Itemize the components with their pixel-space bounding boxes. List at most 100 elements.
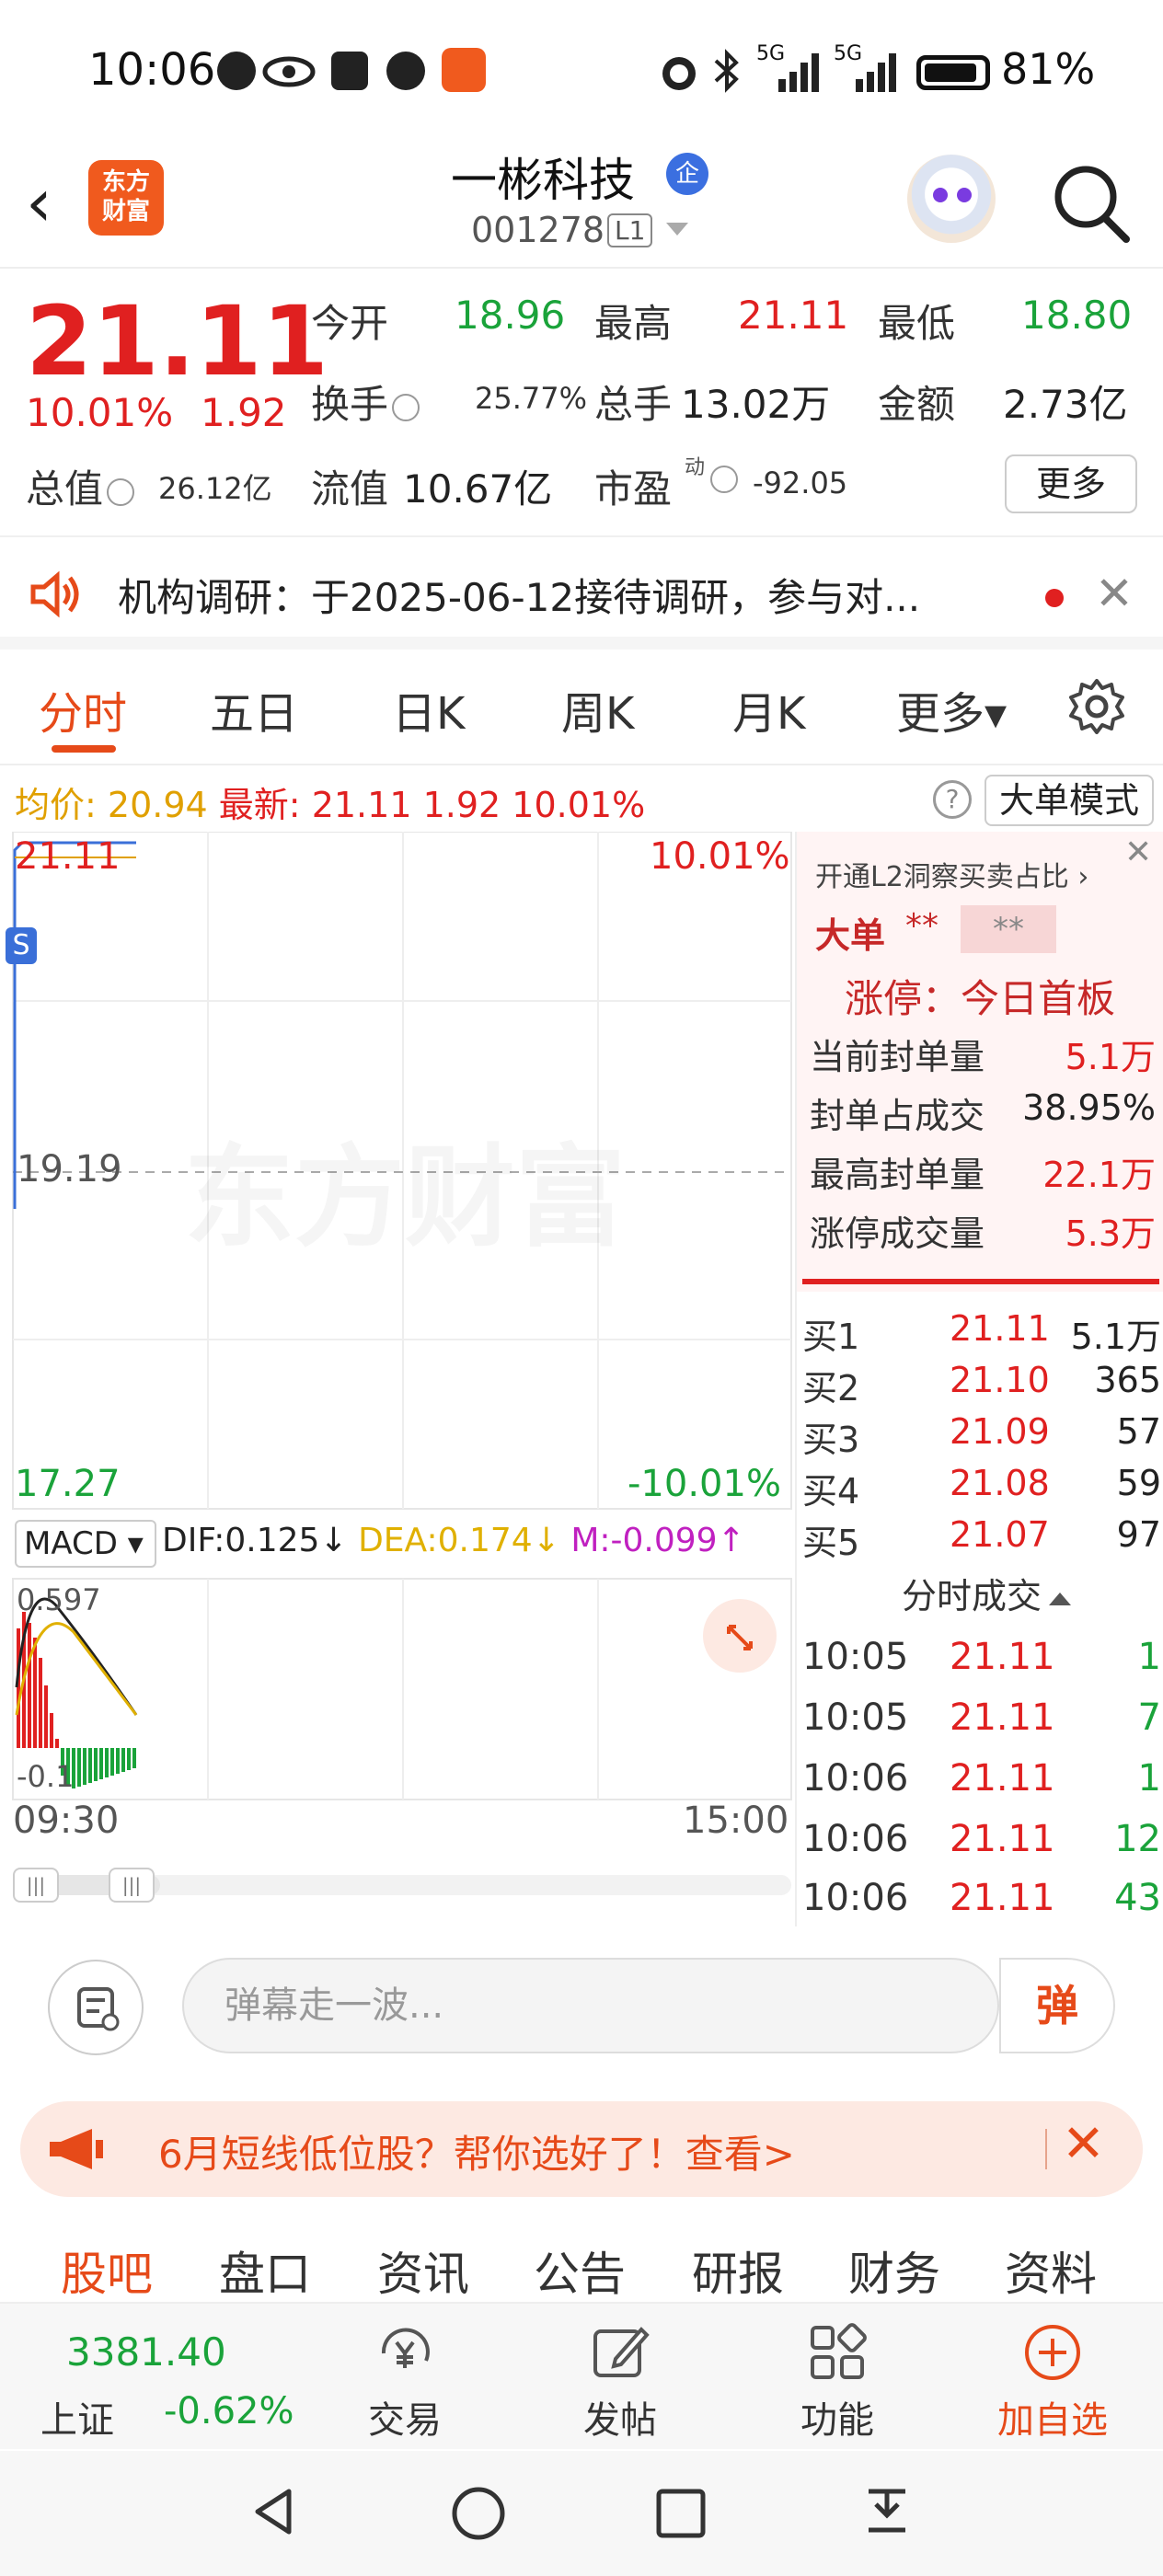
big-order-mode-button[interactable]: 大单模式 — [985, 775, 1154, 826]
battery-percent: 81% — [1001, 44, 1096, 94]
range-handle-right[interactable]: ||| — [109, 1868, 155, 1903]
gear-icon[interactable] — [1067, 677, 1126, 736]
low-value: 18.80 — [1021, 293, 1133, 338]
macd-stats: DIF:0.125↓ DEA:0.174↓ M:-0.099↑ — [162, 1522, 745, 1559]
tab-news[interactable]: 资讯 — [377, 2237, 469, 2304]
info-dots-icon[interactable] — [710, 466, 738, 493]
notice-text[interactable]: 机构调研：于2025-06-12接待调研，参与对... — [118, 567, 920, 623]
index-value: 3381.40 — [66, 2329, 226, 2375]
trade-row: 10:06 21.11 1 — [802, 1757, 1161, 1800]
add-circle-icon — [1025, 2325, 1080, 2380]
macd-selector[interactable]: MACD ▾ — [15, 1520, 156, 1568]
big-order-value-2: ** — [961, 905, 1056, 953]
nav-recents-icon[interactable] — [653, 2486, 708, 2541]
tab-profile[interactable]: 资料 — [1005, 2237, 1097, 2304]
stat-label: 封单占成交 — [810, 1096, 985, 1136]
tab-intraday[interactable]: 分时 — [39, 677, 127, 742]
stock-header: ‹ 东方 财富 一彬科技 企 001278 L1 — [0, 138, 1163, 269]
signal-bars-icon — [778, 53, 819, 92]
search-icon[interactable] — [1049, 158, 1132, 247]
x-axis-end: 15:00 — [683, 1800, 789, 1842]
more-button[interactable]: 更多 — [1005, 454, 1137, 513]
post-button[interactable]: 发帖 — [556, 2320, 685, 2449]
chevron-down-icon[interactable] — [666, 223, 688, 236]
ai-assistant-avatar[interactable] — [907, 155, 996, 243]
market-cap-value: 26.12亿 — [158, 471, 272, 506]
l2-upgrade-link[interactable]: 开通L2洞察买卖占比 › — [815, 854, 1088, 894]
danmu-input[interactable]: 弹幕走一波... — [182, 1958, 999, 2053]
pct-axis-top: 10.01% — [650, 835, 790, 878]
tab-forum[interactable]: 股吧 — [61, 2237, 153, 2304]
tab-more[interactable]: 更多▾ — [896, 677, 1007, 742]
bottom-toolbar: 3381.40 上证 -0.62% 交易 发帖 功能 加自选 — [0, 2302, 1163, 2449]
add-watchlist-button[interactable]: 加自选 — [988, 2320, 1117, 2449]
close-icon[interactable]: ✕ — [1062, 2114, 1105, 2174]
range-handle-left[interactable]: ||| — [13, 1868, 59, 1903]
info-dots-icon[interactable] — [107, 477, 135, 506]
stock-name[interactable]: 一彬科技 — [451, 144, 635, 210]
tab-monthly-k[interactable]: 月K — [732, 677, 805, 742]
help-icon[interactable]: ? — [933, 780, 972, 819]
avg-label: 均价: — [15, 785, 97, 825]
level-badge: L1 — [607, 213, 653, 247]
y-axis-top: 21.11 — [15, 835, 121, 878]
order-book-row[interactable]: 买4 21.08 59 — [802, 1463, 1161, 1514]
info-tabs: 股吧 盘口 资讯 公告 研报 财务 资料 — [0, 2217, 1163, 2301]
back-arrow-icon[interactable]: ‹ — [26, 166, 81, 239]
danmu-send-button[interactable]: 弹 — [999, 1958, 1115, 2053]
tab-orderbook[interactable]: 盘口 — [219, 2237, 311, 2304]
limit-up-title: 涨停：今日首板 — [845, 976, 1116, 1021]
intraday-chart[interactable]: 东方财富 21.11 10.01% 19.19 17.27 -10.01% S … — [0, 832, 793, 1908]
tab-financials[interactable]: 财务 — [848, 2237, 940, 2304]
macd-axis-top: 0.597 — [17, 1582, 101, 1617]
trade-row: 10:06 21.11 12 — [802, 1818, 1161, 1860]
tab-research[interactable]: 研报 — [692, 2237, 784, 2304]
danmu-bar: 弹幕走一波... 弹 — [0, 1925, 1163, 2079]
eye-icon — [262, 56, 316, 87]
trades-header[interactable]: 分时成交 — [902, 1568, 1072, 1618]
close-icon[interactable]: ✕ — [1124, 834, 1152, 871]
order-book-row[interactable]: 买2 21.10 365 — [802, 1360, 1161, 1411]
status-bar: 10:06 5G 5G 81% — [0, 0, 1163, 138]
order-book-row[interactable]: 买3 21.09 57 — [802, 1411, 1161, 1463]
functions-button[interactable]: 功能 — [773, 2320, 902, 2449]
tab-weekly-k[interactable]: 周K — [561, 677, 634, 742]
nav-back-icon[interactable] — [247, 2484, 302, 2539]
nav-dropdown-icon[interactable] — [859, 2484, 915, 2539]
expand-icon[interactable] — [703, 1599, 777, 1673]
watermark: 东方财富 — [184, 1108, 626, 1268]
index-change: -0.62% — [164, 2390, 294, 2432]
stat-label: 当前封单量 — [810, 1037, 985, 1077]
latest-label: 最新: — [218, 785, 301, 825]
tab-announcements[interactable]: 公告 — [534, 2237, 626, 2304]
trade-button[interactable]: 交易 — [340, 2320, 469, 2449]
latest-change: 1.92 — [422, 785, 501, 825]
app-logo[interactable]: 东方 财富 — [88, 160, 164, 236]
turnover-value: 25.77% — [475, 381, 588, 416]
close-icon[interactable]: ✕ — [1095, 567, 1134, 620]
limit-up-panel: 开通L2洞察买卖占比 › ✕ 大单 ** ** 涨停：今日首板 当前封单量 5.… — [797, 832, 1163, 1292]
tab-daily-k[interactable]: 日K — [392, 677, 465, 742]
order-book-row[interactable]: 买1 21.11 5.1万 — [802, 1308, 1161, 1360]
info-dots-icon[interactable] — [392, 393, 420, 421]
notice-bar[interactable]: 机构调研：于2025-06-12接待调研，参与对... ✕ — [0, 539, 1163, 650]
order-book-row[interactable]: 买5 21.07 97 — [802, 1514, 1161, 1566]
active-tab-indicator — [52, 745, 116, 753]
taobao-icon — [442, 48, 486, 92]
promo-banner[interactable]: 6月短线低位股？帮你选好了！查看> ✕ — [20, 2101, 1143, 2197]
y-axis-bottom: 17.27 — [15, 1463, 121, 1505]
big-order-label: 大单 — [815, 915, 886, 956]
side-panel: 开通L2洞察买卖占比 › ✕ 大单 ** ** 涨停：今日首板 当前封单量 5.… — [795, 832, 1163, 1926]
index-name: 上证 — [40, 2399, 114, 2442]
promo-text[interactable]: 6月短线低位股？帮你选好了！查看> — [158, 2123, 795, 2179]
stock-code[interactable]: 001278 — [471, 210, 605, 250]
latest-value: 21.11 — [311, 785, 412, 825]
amount-label: 金额 — [878, 382, 956, 427]
yuan-exchange-icon — [381, 2328, 430, 2368]
avg-value: 20.94 — [107, 785, 208, 825]
nav-home-icon[interactable] — [449, 2484, 508, 2543]
danmu-settings-icon[interactable] — [48, 1960, 144, 2055]
sell-signal-marker[interactable]: S — [6, 927, 37, 964]
tab-five-day[interactable]: 五日 — [210, 677, 298, 742]
stat-label: 涨停成交量 — [810, 1213, 985, 1254]
